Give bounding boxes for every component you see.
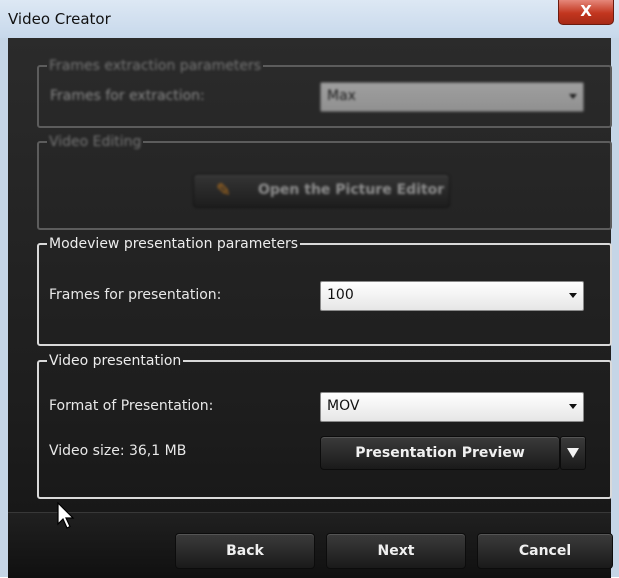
frames-extraction-legend: Frames extraction parameters xyxy=(49,58,262,74)
pencil-icon: ✎ xyxy=(216,180,232,201)
video-presentation-group: Video presentation xyxy=(37,353,612,499)
presentation-preview-button[interactable]: Presentation Preview xyxy=(320,436,560,470)
title-bar: Video Creator X xyxy=(0,0,619,39)
preview-dropdown-button[interactable] xyxy=(560,436,586,470)
format-value: MOV xyxy=(327,398,360,414)
format-select[interactable]: MOV xyxy=(320,392,584,422)
frames-presentation-value: 100 xyxy=(327,287,354,303)
mouse-pointer-icon xyxy=(57,502,75,529)
chevron-down-icon xyxy=(569,94,577,99)
frames-presentation-label: Frames for presentation: xyxy=(49,287,222,303)
frames-extraction-label: Frames for extraction: xyxy=(50,88,205,104)
window-title: Video Creator xyxy=(8,10,111,28)
presentation-preview-label: Presentation Preview xyxy=(355,445,525,461)
format-label: Format of Presentation: xyxy=(49,398,214,414)
close-button[interactable]: X xyxy=(558,0,614,25)
cancel-button[interactable]: Cancel xyxy=(477,533,613,569)
window-frame-right xyxy=(611,38,619,577)
open-picture-editor-label: Open the Picture Editor xyxy=(258,182,445,198)
cancel-label: Cancel xyxy=(518,543,572,559)
modeview-legend: Modeview presentation parameters xyxy=(49,236,299,252)
chevron-down-icon xyxy=(569,293,577,298)
chevron-down-icon xyxy=(569,404,577,409)
triangle-down-icon xyxy=(567,448,579,458)
video-editing-legend: Video Editing xyxy=(49,134,142,150)
window-frame-left xyxy=(0,38,8,577)
back-button[interactable]: Back xyxy=(175,533,315,569)
frames-extraction-value: Max xyxy=(327,88,356,104)
video-presentation-legend: Video presentation xyxy=(49,353,182,369)
video-size-text: Video size: 36,1 MB xyxy=(49,443,187,459)
frames-presentation-select[interactable]: 100 xyxy=(320,281,584,311)
next-button[interactable]: Next xyxy=(326,533,466,569)
back-label: Back xyxy=(226,543,264,559)
open-picture-editor-button[interactable]: ✎ Open the Picture Editor xyxy=(193,174,450,208)
close-icon: X xyxy=(580,2,592,20)
frames-extraction-select[interactable]: Max xyxy=(320,82,584,112)
next-label: Next xyxy=(377,543,415,559)
